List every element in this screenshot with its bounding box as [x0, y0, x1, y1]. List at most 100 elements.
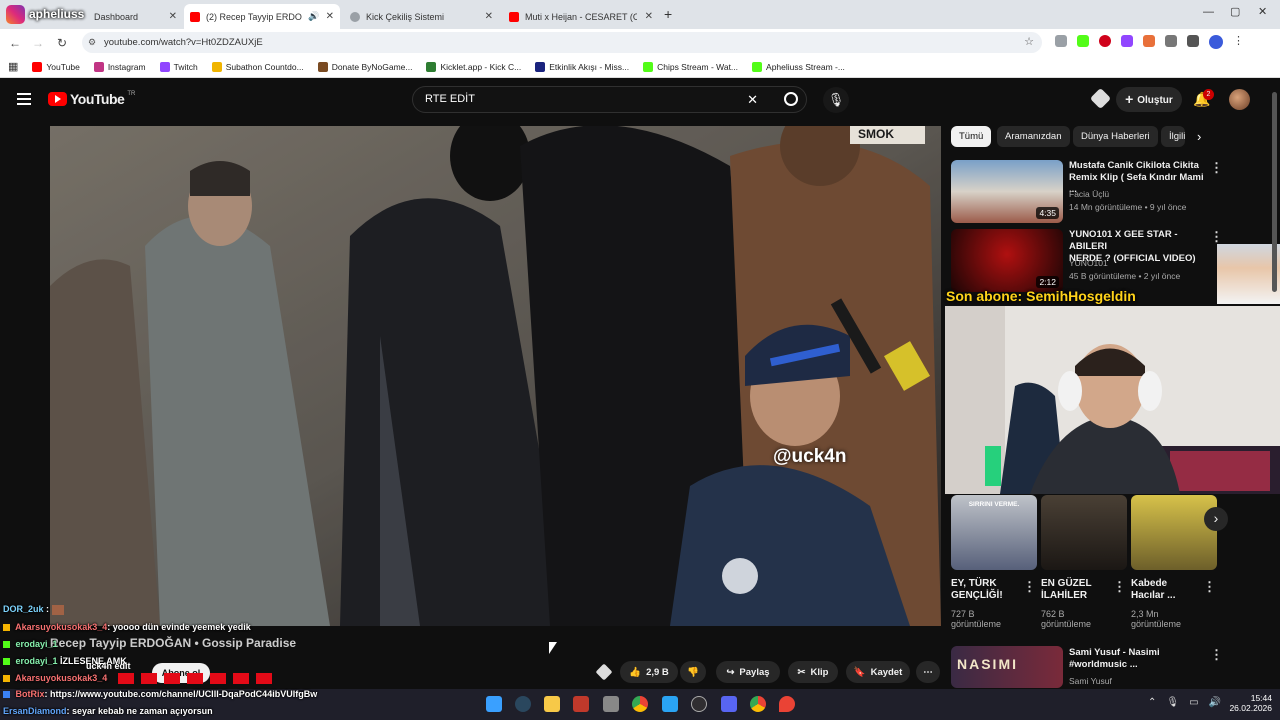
purple-ext-icon[interactable] — [1121, 35, 1133, 47]
windows-start-icon[interactable] — [486, 696, 502, 712]
clock[interactable]: 15:44 26.02.2026 — [1222, 693, 1272, 713]
short-thumbnail[interactable]: SIRRINI VERME. — [951, 495, 1037, 570]
chip-all[interactable]: Tümü — [951, 126, 992, 147]
bookmark-apheliuss[interactable]: Apheliuss Stream -... — [752, 61, 845, 72]
tab-dashboard[interactable]: Dashboard ✕ — [88, 4, 183, 29]
rec-channel[interactable]: YUNO101 — [1069, 258, 1108, 268]
bookmark-donate[interactable]: Donate ByNoGame... — [317, 61, 412, 72]
save-button[interactable]: 🔖 Kaydet — [846, 661, 910, 683]
chip-related[interactable]: İlgili — [1161, 126, 1185, 147]
steam-icon[interactable] — [515, 696, 531, 712]
shield-ext-icon[interactable] — [1055, 35, 1067, 47]
rec-channel[interactable]: Facia Üçlü — [1069, 189, 1109, 199]
bookmark-chips[interactable]: Chips Stream - Wat... — [643, 61, 738, 72]
like-button[interactable]: 👍 2,9 B — [620, 661, 678, 683]
more-actions-button[interactable]: ⋯ — [916, 661, 940, 683]
bookmark-etkinlik[interactable]: Etkinlik Akışı - Miss... — [535, 61, 630, 72]
menu-ext-icon[interactable] — [1187, 35, 1199, 47]
green-ext-icon[interactable] — [1077, 35, 1089, 47]
search-input[interactable]: RTE EDİT ✕ — [412, 86, 807, 113]
profile-ext-icon[interactable] — [1209, 35, 1223, 49]
obs-icon[interactable] — [691, 696, 707, 712]
app-icon[interactable] — [573, 696, 589, 712]
short-title[interactable]: EN GÜZEL İLAHİLER — [1041, 578, 1111, 602]
chevron-up-icon[interactable]: ⌃ — [1148, 697, 1156, 708]
apps-grid-icon[interactable]: ▦ — [8, 60, 18, 73]
more-vert-icon[interactable]: ⋮ — [1210, 229, 1223, 245]
short-thumbnail[interactable] — [1041, 495, 1127, 570]
more-vert-icon[interactable]: ⋮ — [1023, 579, 1036, 595]
bookmark-kicklet[interactable]: Kicklet.app - Kick C... — [426, 61, 521, 72]
youtube-logo[interactable]: YouTube TR — [48, 91, 135, 107]
puzzle-ext-icon[interactable] — [1165, 35, 1177, 47]
clip-button[interactable]: ✂ Klip — [788, 661, 838, 683]
short-title[interactable]: EY, TÜRK GENÇLİĞİ! — [951, 578, 1021, 602]
bookmark-twitch[interactable]: Twitch — [159, 61, 198, 72]
short-title[interactable]: Kabede Hacılar ... — [1131, 578, 1201, 602]
thumbs-down-icon: 👎 — [687, 666, 699, 678]
red-ext-icon[interactable] — [1099, 35, 1111, 47]
close-window-button[interactable]: ✕ — [1258, 5, 1267, 18]
clear-search-icon[interactable]: ✕ — [747, 87, 758, 112]
maps-icon[interactable] — [779, 696, 795, 712]
search-icon[interactable] — [784, 92, 798, 106]
tab-kick-cekilis[interactable]: Kick Çekiliş Sistemi ✕ — [344, 4, 499, 29]
file-explorer-icon[interactable] — [544, 696, 560, 712]
back-arrow-icon[interactable]: ← — [4, 36, 26, 50]
tab-label: (2) Recep Tayyip ERDOĞAN — [206, 11, 302, 22]
chrome-icon[interactable] — [632, 696, 648, 712]
more-vert-icon[interactable]: ⋮ — [1203, 579, 1216, 595]
create-button[interactable]: + Oluştur — [1116, 87, 1182, 112]
rec-thumbnail[interactable]: NASIMI — [951, 646, 1063, 688]
microphone-icon[interactable]: 🎙 — [1166, 697, 1179, 708]
bookmark-instagram[interactable]: Instagram — [93, 61, 146, 72]
volume-icon[interactable]: 🔊 — [1209, 697, 1221, 708]
reload-icon[interactable]: ↻ — [51, 36, 73, 50]
dislike-button[interactable]: 👎 — [680, 661, 706, 683]
share-button[interactable]: ↪ Paylaş — [716, 661, 780, 683]
new-tab-button[interactable]: + — [664, 6, 672, 22]
bookmark-star-icon[interactable]: ☆ — [1024, 32, 1034, 53]
more-vert-icon[interactable]: ⋮ — [1210, 647, 1223, 663]
app2-icon[interactable] — [603, 696, 619, 712]
more-vert-icon[interactable]: ⋮ — [1233, 35, 1244, 49]
network-icon[interactable]: ▭ — [1189, 697, 1198, 708]
discord-icon[interactable] — [721, 696, 737, 712]
more-vert-icon[interactable]: ⋮ — [1210, 160, 1223, 176]
short-thumbnail[interactable] — [1131, 495, 1217, 570]
avatar[interactable] — [1229, 89, 1250, 110]
bookmark-label: Etkinlik Akışı - Miss... — [549, 61, 630, 72]
site-info-icon[interactable]: ⚙ — [88, 32, 96, 53]
close-icon[interactable]: ✕ — [645, 11, 653, 22]
voice-search-icon[interactable]: 🎙 — [823, 87, 849, 113]
minimize-button[interactable]: — — [1203, 6, 1214, 18]
shorts-next-button[interactable]: › — [1204, 507, 1228, 531]
rec-thumbnail[interactable]: 4:35 — [951, 160, 1063, 223]
tab-music-video[interactable]: Muti x Heijan - CESARET (Offic ✕ — [503, 4, 659, 29]
globe-icon — [350, 11, 360, 22]
close-icon[interactable]: ✕ — [169, 11, 177, 22]
maximize-button[interactable]: ▢ — [1230, 5, 1240, 18]
speaker-icon[interactable]: 🔊 — [308, 11, 319, 22]
bookmark-youtube[interactable]: YouTube — [32, 61, 80, 72]
orange-ext-icon[interactable] — [1143, 35, 1155, 47]
chrome2-icon[interactable] — [750, 696, 766, 712]
more-vert-icon[interactable]: ⋮ — [1113, 579, 1126, 595]
video-player[interactable]: SMOK @uck4n — [50, 126, 941, 626]
rec-thumbnail[interactable]: 2:12 — [951, 229, 1063, 292]
url-field[interactable]: ⚙ youtube.com/watch?v=Ht0ZDZAUXjE ☆ — [82, 32, 1042, 53]
forward-arrow-icon[interactable]: → — [27, 36, 49, 50]
rec-title[interactable]: Sami Yusuf - Nasimi #worldmusic ... — [1069, 647, 1204, 671]
create-clip-icon[interactable] — [595, 663, 613, 681]
page-scrollbar[interactable] — [1272, 92, 1277, 292]
rec-channel[interactable]: Sami Yusuf — [1069, 676, 1112, 686]
tab-youtube-active[interactable]: (2) Recep Tayyip ERDOĞAN 🔊 ✕ — [184, 4, 340, 29]
bookmark-subathon[interactable]: Subathon Countdo... — [211, 61, 304, 72]
close-icon[interactable]: ✕ — [485, 11, 493, 22]
chip-from-search[interactable]: Aramanızdan — [997, 126, 1070, 147]
chip-world-news[interactable]: Dünya Haberleri — [1073, 126, 1158, 147]
hamburger-menu-icon[interactable] — [17, 93, 31, 105]
chevron-right-icon[interactable]: › — [1197, 129, 1201, 144]
close-icon[interactable]: ✕ — [326, 11, 334, 22]
app3-icon[interactable] — [662, 696, 678, 712]
